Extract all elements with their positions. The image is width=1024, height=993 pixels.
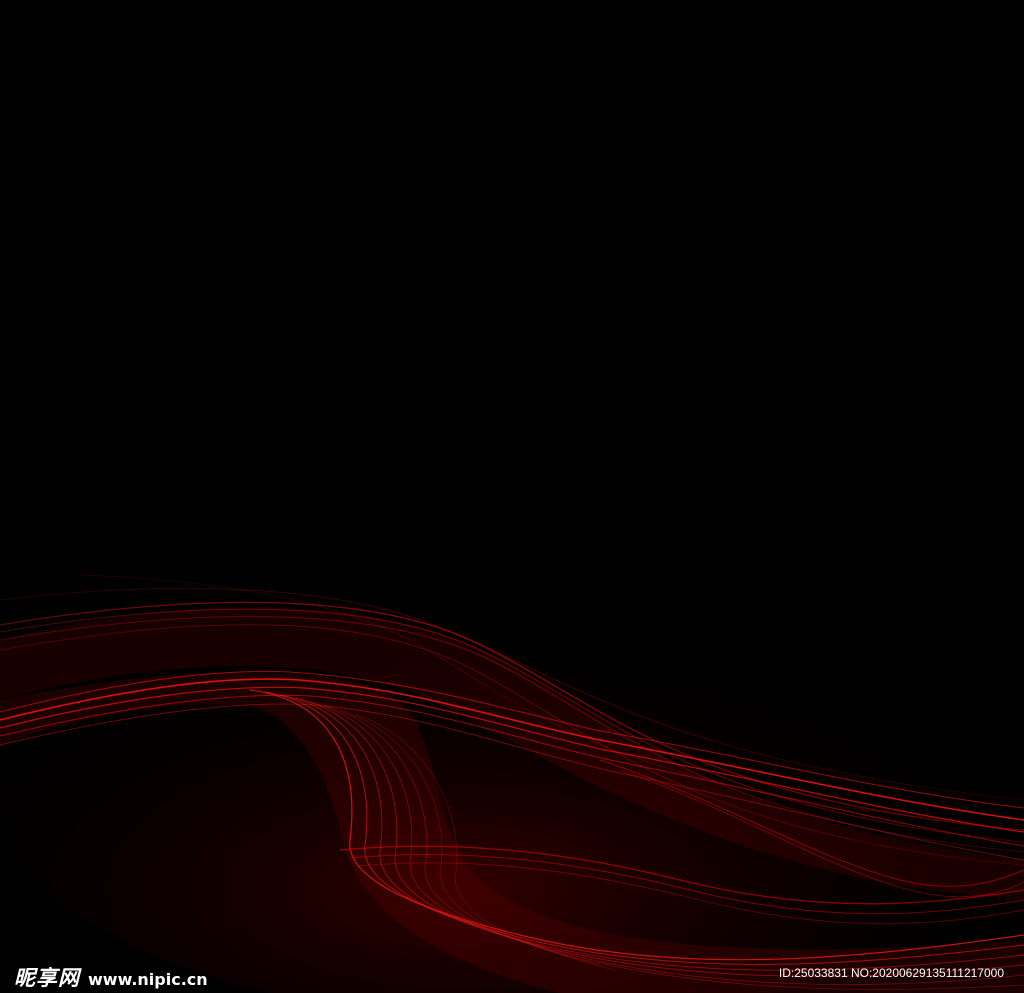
watermark-url: www.nipic.cn <box>88 970 208 989</box>
red-wave-lines-icon <box>0 574 1024 993</box>
watermark-brand: 昵享网 <box>14 966 80 990</box>
nipic-watermark-logo: 昵享网 www.nipic.cn <box>14 962 208 992</box>
image-canvas: 昵享网 www.nipic.cn ID:25033831 NO:20200629… <box>0 0 1024 993</box>
watermark-id: ID:25033831 NO:20200629135111217000 <box>778 966 1004 980</box>
